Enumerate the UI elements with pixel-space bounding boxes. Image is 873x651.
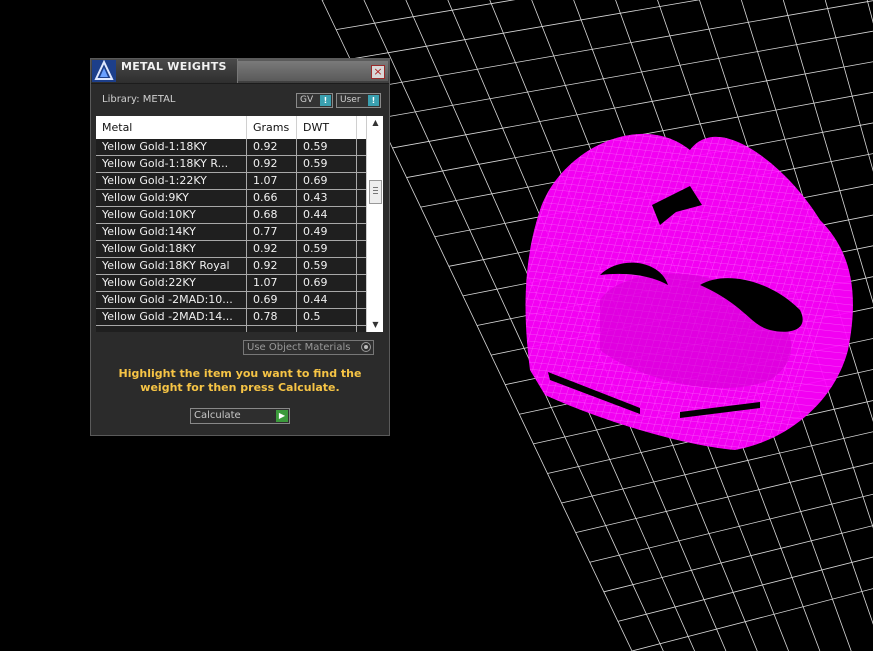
cell-spacer [357,156,366,172]
titlebar-spacer: × [238,61,388,81]
use-object-materials-label: Use Object Materials [247,342,351,353]
table-row[interactable]: Yellow Gold-1:18KY 0.92 0.59 [96,139,366,156]
cell-spacer [357,173,366,189]
column-header-dwt[interactable]: DWT [297,116,357,139]
cell-metal: Yellow Gold:10KY [96,207,247,223]
panel-titlebar[interactable]: METAL WEIGHTS × [91,59,389,84]
close-icon: × [373,65,383,78]
cell-spacer [357,241,366,257]
cell-dwt: 0.69 [297,275,357,291]
cell-metal: Yellow Gold:22KY [96,275,247,291]
table-row[interactable]: Yellow Gold -2MAD:14... 0.78 0.5 [96,309,366,326]
cell-spacer [357,292,366,308]
cell-spacer [357,258,366,274]
metal-table: Metal Grams DWT Yellow Gold-1:18KY 0.92 … [96,116,383,332]
library-label: Library: METAL [102,94,176,105]
cell-grams: 1.07 [247,275,297,291]
cell-metal: Yellow Gold-1:18KY R... [96,156,247,172]
cell-dwt: 0.44 [297,292,357,308]
user-library-toggle[interactable]: User ! [336,93,381,108]
title-tab: METAL WEIGHTS [91,59,238,83]
cell-spacer [357,309,366,325]
table-scrollbar[interactable]: ▲ ▼ [366,116,383,332]
app-logo-icon [92,60,116,82]
cell-grams: 1.07 [247,173,297,189]
cell-grams: 0.68 [247,207,297,223]
gv-indicator-icon: ! [320,95,331,106]
cell-dwt: 0.49 [297,224,357,240]
cell-dwt: 0.59 [297,258,357,274]
table-row[interactable]: Yellow Gold:10KY 0.68 0.44 [96,207,366,224]
cell-metal: Yellow Gold:18KY Royal [96,258,247,274]
table-row[interactable]: Yellow Gold:18KY 0.92 0.59 [96,241,366,258]
cell-grams: 0.92 [247,156,297,172]
table-row[interactable]: Yellow Gold:18KY Royal 0.92 0.59 [96,258,366,275]
cell-spacer [357,224,366,240]
table-row[interactable]: Yellow Gold-1:22KY 1.07 0.69 [96,173,366,190]
cell-metal: Yellow Gold:18KY [96,241,247,257]
cell-metal: Yellow Gold-1:22KY [96,173,247,189]
cell-dwt: 0.5 [297,309,357,325]
user-toggle-label: User [340,95,361,105]
cell-metal: Yellow Gold:9KY [96,190,247,206]
radio-icon[interactable] [361,342,371,352]
cell-dwt: 0.59 [297,139,357,155]
cell-grams: 0.77 [247,224,297,240]
table-row-partial[interactable] [96,326,366,332]
cell-spacer [357,207,366,223]
cell-metal: Yellow Gold:14KY [96,224,247,240]
table-row[interactable]: Yellow Gold:22KY 1.07 0.69 [96,275,366,292]
cell-metal [96,326,247,332]
calculate-label: Calculate [194,410,241,421]
gv-toggle-label: GV [300,95,314,105]
table-row[interactable]: Yellow Gold:14KY 0.77 0.49 [96,224,366,241]
column-header-grams[interactable]: Grams [247,116,297,139]
cell-dwt: 0.59 [297,156,357,172]
cell-dwt: 0.69 [297,173,357,189]
table-row[interactable]: Yellow Gold -2MAD:10... 0.69 0.44 [96,292,366,309]
scroll-up-icon[interactable]: ▲ [367,116,383,130]
heart-mesh-model[interactable] [360,100,873,504]
use-object-materials-option[interactable]: Use Object Materials [243,340,374,355]
cell-grams: 0.92 [247,258,297,274]
gv-library-toggle[interactable]: GV ! [296,93,333,108]
close-button[interactable]: × [371,65,385,79]
cell-grams: 0.92 [247,139,297,155]
cell-dwt: 0.59 [297,241,357,257]
table-header: Metal Grams DWT [96,116,366,140]
scroll-thumb[interactable] [369,180,382,204]
instruction-text: Highlight the item you want to find the … [118,367,362,394]
cell-dwt: 0.43 [297,190,357,206]
cell-spacer [357,326,366,332]
cell-metal: Yellow Gold-1:18KY [96,139,247,155]
column-header-metal[interactable]: Metal [96,116,247,139]
column-header-spacer [357,116,366,139]
cell-grams: 0.92 [247,241,297,257]
table-row[interactable]: Yellow Gold-1:18KY R... 0.92 0.59 [96,156,366,173]
play-arrow-icon: ▶ [276,410,288,422]
cell-grams: 0.78 [247,309,297,325]
user-indicator-icon: ! [368,95,379,106]
cell-spacer [357,190,366,206]
cell-metal: Yellow Gold -2MAD:10... [96,292,247,308]
table-body: Yellow Gold-1:18KY 0.92 0.59 Yellow Gold… [96,139,366,332]
scroll-down-icon[interactable]: ▼ [367,318,383,332]
panel-title: METAL WEIGHTS [121,60,227,73]
cell-grams [247,326,297,332]
cell-dwt [297,326,357,332]
cell-metal: Yellow Gold -2MAD:14... [96,309,247,325]
calculate-button[interactable]: Calculate ▶ [190,408,290,424]
metal-weights-panel: METAL WEIGHTS × Library: METAL GV ! User… [90,58,390,436]
table-row[interactable]: Yellow Gold:9KY 0.66 0.43 [96,190,366,207]
cell-dwt: 0.44 [297,207,357,223]
cell-grams: 0.69 [247,292,297,308]
cell-spacer [357,275,366,291]
cell-grams: 0.66 [247,190,297,206]
cell-spacer [357,139,366,155]
